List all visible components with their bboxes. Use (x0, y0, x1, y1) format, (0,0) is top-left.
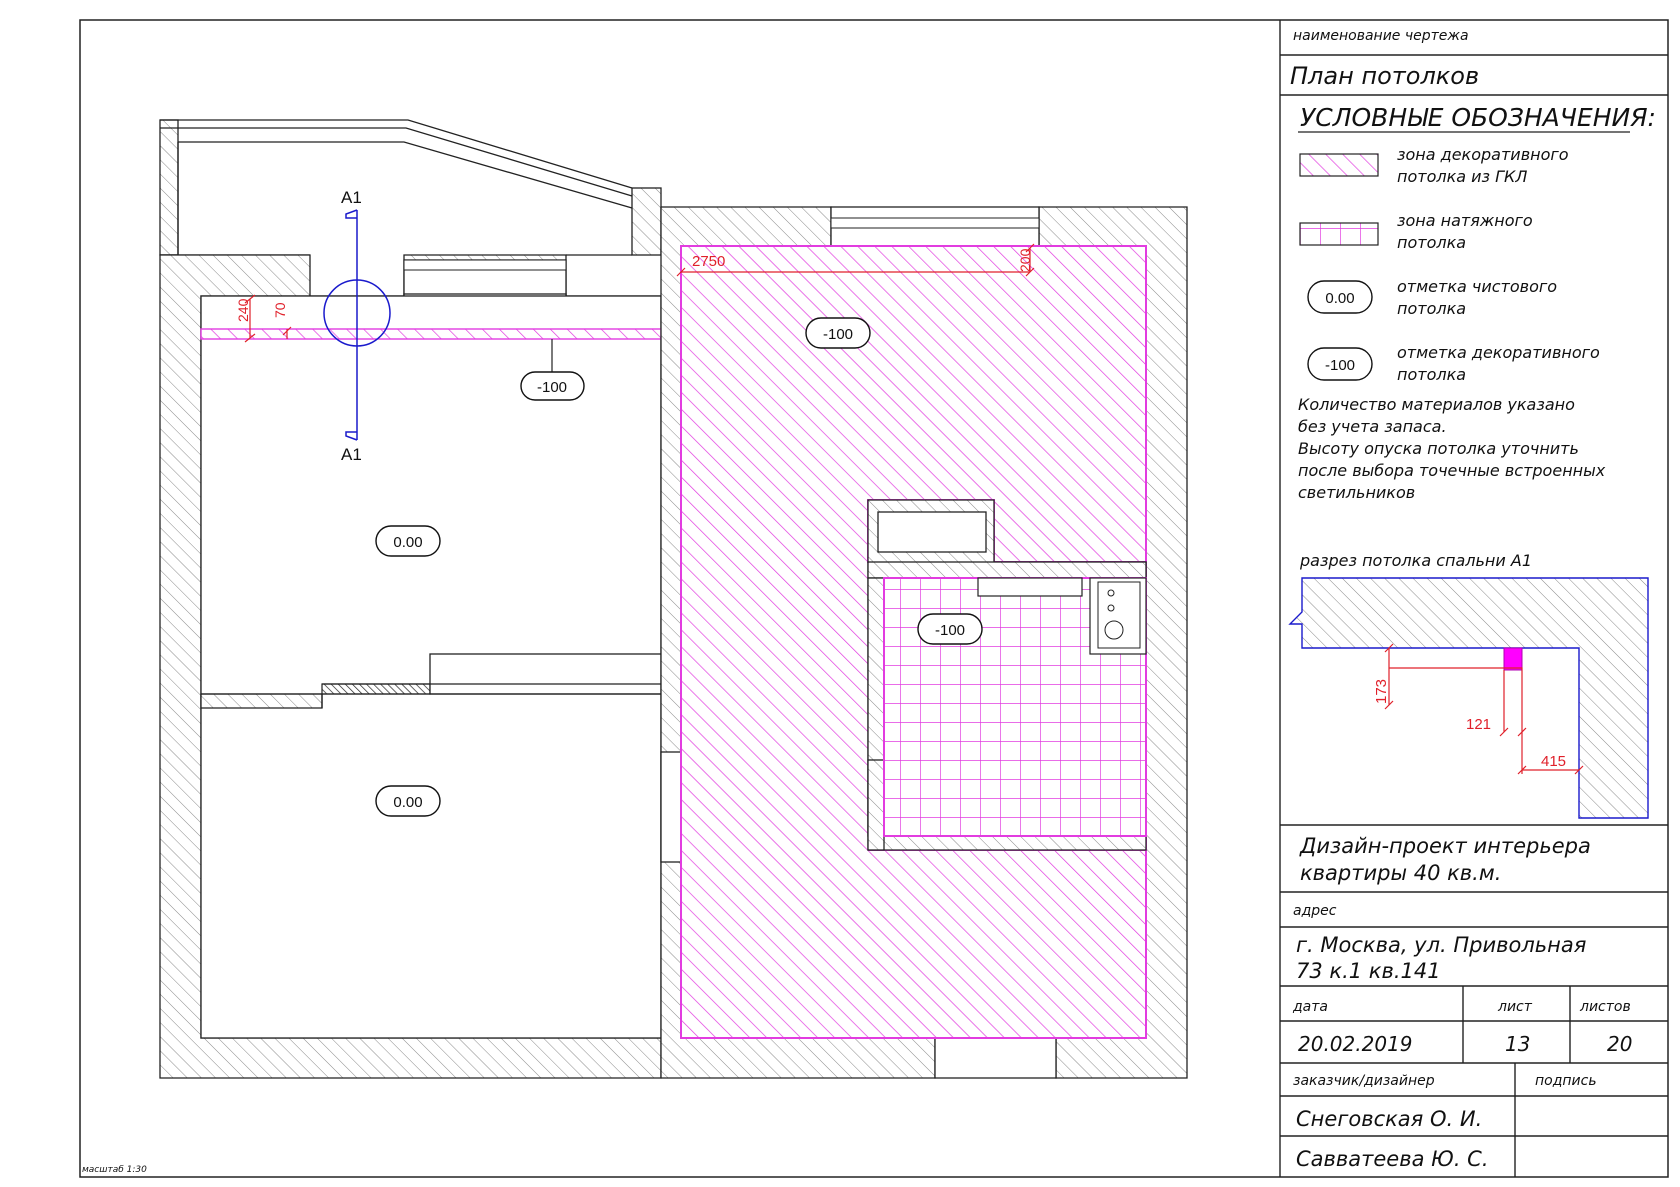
note-line-3: Высоту опуска потолка уточнить (1298, 439, 1579, 458)
legend-heading: УСЛОВНЫЕ ОБОЗНАЧЕНИЯ: (1300, 103, 1656, 132)
project-title-1: Дизайн-проект интерьера (1299, 834, 1591, 858)
legend-swatch-stretch (1299, 222, 1379, 246)
client-caption: заказчик/дизайнер (1293, 1073, 1435, 1089)
note-line-2: без учета запаса. (1298, 417, 1447, 436)
legend-swatch-decor (1299, 153, 1379, 177)
level-badge-bath: -100 (917, 613, 983, 645)
client-name: Снеговская О. И. (1296, 1107, 1482, 1131)
svg-text:0.00: 0.00 (393, 534, 422, 551)
level-badge-room2: 0.00 (375, 785, 441, 817)
legend-item-clean-1: отметка чистового (1397, 277, 1557, 296)
date-value: 20.02.2019 (1298, 1032, 1413, 1056)
dim-70: 70 (272, 302, 288, 318)
address-line-2: 73 к.1 кв.141 (1296, 959, 1441, 983)
sheets-caption: листов (1579, 999, 1631, 1015)
balcony (159, 119, 662, 256)
legend-item-decor-mark-1: отметка декоративного (1397, 343, 1600, 362)
svg-text:-100: -100 (935, 622, 965, 639)
signature-caption: подпись (1535, 1073, 1597, 1089)
svg-text:-100: -100 (537, 379, 567, 396)
sheet-value: 13 (1505, 1032, 1530, 1056)
legend-badge-decor: -100 (1307, 347, 1373, 381)
legend-item-stretch-1: зона натяжного (1397, 211, 1533, 230)
svg-text:0.00: 0.00 (393, 794, 422, 811)
decor-ceiling-strip (200, 328, 662, 340)
address-caption: адрес (1293, 903, 1337, 919)
legend-item-decor-2: потолка из ГКЛ (1397, 167, 1527, 186)
scale-note: масштаб 1:30 (82, 1165, 147, 1175)
note-line-1: Количество материалов указано (1298, 395, 1575, 414)
sheets-value: 20 (1607, 1032, 1632, 1056)
section-caption: разрез потолка спальни А1 (1299, 551, 1532, 570)
section-label-top: А1 (341, 188, 362, 207)
ceiling-section-detail: разрез потолка спальни А1 173 121 415 (1288, 551, 1649, 819)
sheet-caption: лист (1497, 999, 1533, 1015)
level-badge-room1: 0.00 (375, 525, 441, 557)
level-badge-kitchen: -100 (805, 317, 871, 349)
left-rooms-walls (159, 254, 662, 1079)
designer-name: Савватеева Ю. С. (1296, 1147, 1489, 1171)
floor-plan: А1 А1 240 70 2750 200 -100 0.00 0.00 -10… (159, 119, 1188, 1079)
drawing-name-caption: наименование чертежа (1293, 28, 1469, 44)
legend-item-stretch-2: потолка (1397, 233, 1466, 252)
section-dim-415: 415 (1541, 753, 1566, 770)
section-label-bottom: А1 (341, 445, 362, 464)
address-line-1: г. Москва, ул. Привольная (1296, 933, 1586, 957)
legend-item-decor-mark-2: потолка (1397, 365, 1466, 384)
level-badge-strip: -100 (520, 371, 585, 401)
legend-item-decor-1: зона декоративного (1397, 145, 1569, 164)
drawing-name: План потолков (1290, 62, 1479, 90)
legend-badge-clean: 0.00 (1307, 280, 1373, 314)
legend: УСЛОВНЫЕ ОБОЗНАЧЕНИЯ: зона декоративного… (1298, 103, 1656, 502)
note-line-5: светильников (1298, 483, 1415, 502)
ceiling-plan-sheet: А1 А1 240 70 2750 200 -100 0.00 0.00 -10… (79, 19, 1669, 1178)
dim-200: 200 (1017, 248, 1033, 272)
dim-2750: 2750 (692, 253, 725, 270)
svg-text:-100: -100 (1325, 357, 1355, 374)
project-title-2: квартиры 40 кв.м. (1300, 861, 1501, 885)
note-line-4: после выбора точечные встроенных (1298, 461, 1606, 480)
section-dim-173: 173 (1373, 679, 1390, 704)
section-dim-121: 121 (1466, 716, 1491, 733)
date-caption: дата (1292, 999, 1328, 1015)
svg-text:0.00: 0.00 (1325, 290, 1354, 307)
svg-text:-100: -100 (823, 326, 853, 343)
legend-item-clean-2: потолка (1397, 299, 1466, 318)
dim-240: 240 (235, 298, 251, 322)
